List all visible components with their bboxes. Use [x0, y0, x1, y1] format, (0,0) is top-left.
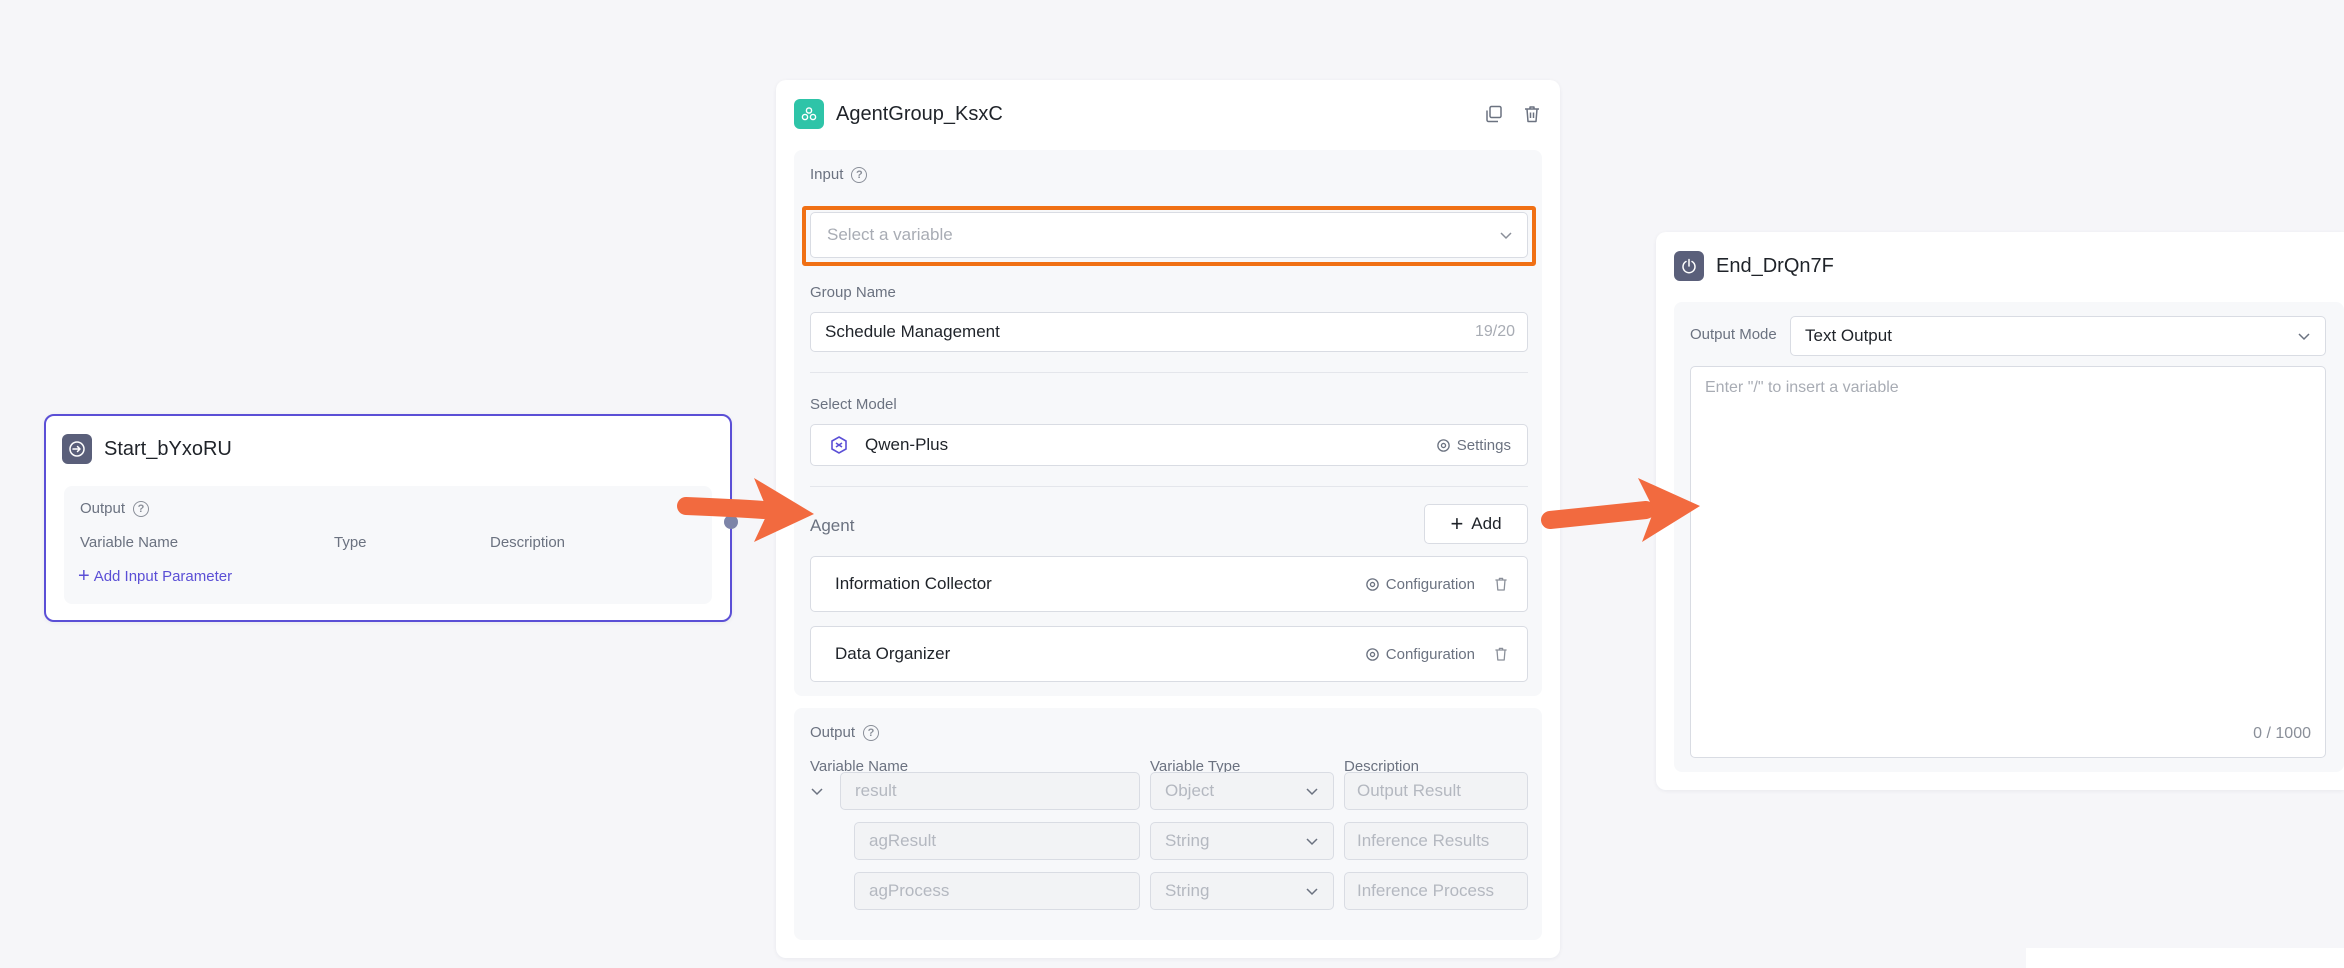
group-icon	[801, 107, 817, 121]
corner-panel	[2026, 948, 2344, 968]
help-icon[interactable]: ?	[133, 500, 150, 517]
settings-icon	[1365, 647, 1379, 661]
end-node-title: End_DrQn7F	[1716, 254, 1834, 277]
output-name-field: agResult	[854, 822, 1140, 860]
settings-icon	[1437, 438, 1450, 452]
agent-item-name: Information Collector	[835, 574, 992, 593]
output-type-select: String	[1150, 872, 1334, 910]
chevron-down-icon	[1500, 232, 1512, 240]
agent-config-section: Group Name Schedule Management 19/20 Sel…	[794, 266, 1542, 696]
help-icon[interactable]: ?	[851, 166, 868, 183]
end-node-header: End_DrQn7F	[1656, 232, 2344, 300]
start-node-header: Start_bYxoRU	[46, 416, 730, 482]
add-agent-button[interactable]: + Add	[1424, 504, 1528, 544]
end-node-icon	[1674, 251, 1704, 281]
agent-configuration-button[interactable]: Configuration	[1365, 646, 1475, 663]
output-description-field: Output Result	[1344, 772, 1528, 810]
delete-icon[interactable]	[1493, 576, 1509, 592]
output-description-field: Inference Results	[1344, 822, 1528, 860]
output-mode-label: Output Mode	[1690, 326, 1777, 343]
agent-item[interactable]: Information Collector Configuration	[810, 556, 1528, 612]
annotation-arrow-right	[1541, 478, 1700, 542]
output-description-field: Inference Process	[1344, 872, 1528, 910]
copy-icon[interactable]	[1484, 104, 1504, 124]
chevron-down-icon	[2298, 333, 2310, 341]
qwen-logo-icon	[831, 436, 847, 454]
start-output-label: Output ?	[80, 500, 150, 517]
agent-item-name: Data Organizer	[835, 644, 951, 663]
agent-item[interactable]: Data Organizer Configuration	[810, 626, 1528, 682]
agent-group-icon	[794, 99, 824, 129]
group-name-label: Group Name	[810, 284, 896, 301]
divider	[810, 372, 1528, 373]
plus-icon: +	[1450, 511, 1464, 536]
start-column-variable-name: Variable Name	[80, 534, 179, 551]
annotation-arrow-left	[677, 478, 814, 542]
select-model-label: Select Model	[810, 396, 897, 413]
help-icon[interactable]: ?	[863, 724, 880, 741]
agent-node-header: AgentGroup_KsxC	[776, 80, 1560, 148]
output-type-select: Object	[1150, 772, 1334, 810]
model-settings-button[interactable]: Settings	[1436, 437, 1511, 454]
input-variable-select[interactable]: Select a variable	[810, 212, 1528, 258]
login-icon	[69, 441, 85, 457]
output-name-field: agProcess	[854, 872, 1140, 910]
start-node-icon	[62, 434, 92, 464]
settings-icon	[1365, 577, 1379, 591]
chevron-down-icon	[1306, 788, 1318, 796]
start-column-type: Type	[334, 534, 367, 551]
group-name-count: 19/20	[1474, 323, 1515, 340]
divider	[810, 486, 1528, 487]
output-type-select: String	[1150, 822, 1334, 860]
plus-icon: +	[78, 565, 90, 587]
start-column-description: Description	[490, 534, 566, 551]
agent-output-section: Output ? Variable Name Variable Type Des…	[794, 708, 1542, 940]
agent-configuration-button[interactable]: Configuration	[1365, 576, 1475, 593]
delete-icon[interactable]	[1493, 646, 1509, 662]
start-node-title: Start_bYxoRU	[104, 437, 232, 460]
agent-output-label: Output ?	[810, 724, 880, 741]
chevron-down-icon	[1306, 888, 1318, 896]
delete-icon[interactable]	[1522, 104, 1542, 124]
add-input-parameter-button[interactable]: + Add Input Parameter	[78, 566, 232, 586]
agent-group-node[interactable]: AgentGroup_KsxC Input ? Select a variabl…	[776, 80, 1560, 958]
char-count: 0 / 1000	[2253, 725, 2311, 742]
model-name: Qwen-Plus	[865, 435, 949, 454]
output-mode-select[interactable]: Text Output	[1790, 316, 2326, 356]
agent-node-actions	[1484, 104, 1542, 124]
output-name-field: result	[840, 772, 1140, 810]
agent-input-label: Input ?	[810, 166, 868, 183]
start-output-section: Output ? Variable Name Type Description …	[64, 486, 712, 604]
output-text-area[interactable]: Enter "/" to insert a variable 0 / 1000	[1690, 366, 2326, 758]
agent-node-title: AgentGroup_KsxC	[836, 102, 1003, 125]
power-icon	[1682, 258, 1696, 274]
text-area-placeholder: Enter "/" to insert a variable	[1705, 379, 1899, 396]
model-select[interactable]: Qwen-Plus Settings	[810, 424, 1528, 466]
start-node[interactable]: Start_bYxoRU Output ? Variable Name Type…	[44, 414, 738, 622]
end-output-section: Output Mode Text Output Enter "/" to ins…	[1674, 302, 2344, 772]
chevron-down-icon	[1306, 838, 1318, 846]
group-name-input[interactable]: Schedule Management 19/20	[810, 312, 1528, 352]
chevron-down-icon[interactable]	[810, 784, 824, 798]
end-node[interactable]: End_DrQn7F Output Mode Text Output Enter…	[1656, 232, 2344, 790]
